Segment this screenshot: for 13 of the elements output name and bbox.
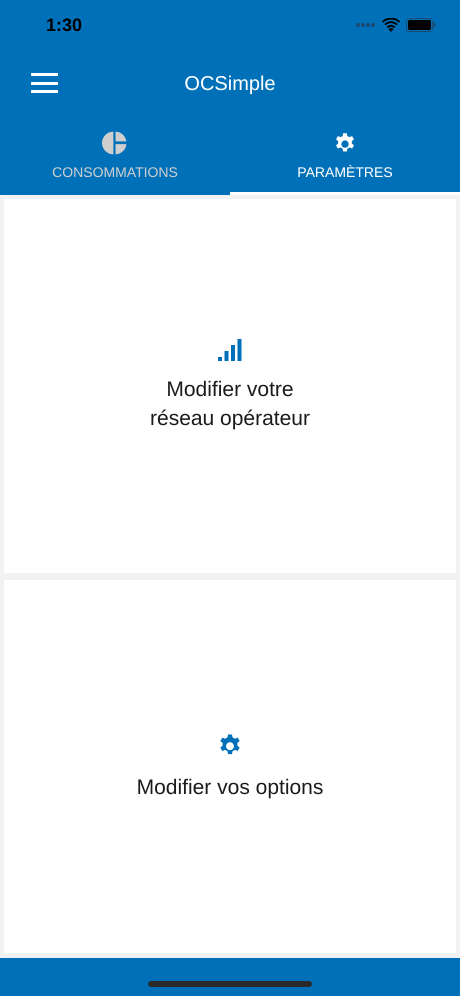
- menu-button[interactable]: [31, 73, 58, 93]
- signal-dots-icon: [356, 23, 376, 27]
- card-label: Modifier votre réseau opérateur: [150, 376, 310, 432]
- pie-chart-icon: [102, 130, 128, 156]
- option-card[interactable]: Modifier votre réseau opérateur: [4, 199, 456, 572]
- signal-bars-icon: [218, 338, 242, 361]
- battery-icon: [406, 18, 436, 32]
- status-time: 1:30: [46, 14, 82, 36]
- tab[interactable]: PARAMÈTRES: [230, 118, 460, 195]
- wifi-icon: [382, 18, 400, 32]
- card-label: Modifier vos options: [136, 774, 324, 801]
- option-card[interactable]: Modifier vos options: [4, 580, 456, 953]
- app-title: OCSimple: [184, 72, 276, 97]
